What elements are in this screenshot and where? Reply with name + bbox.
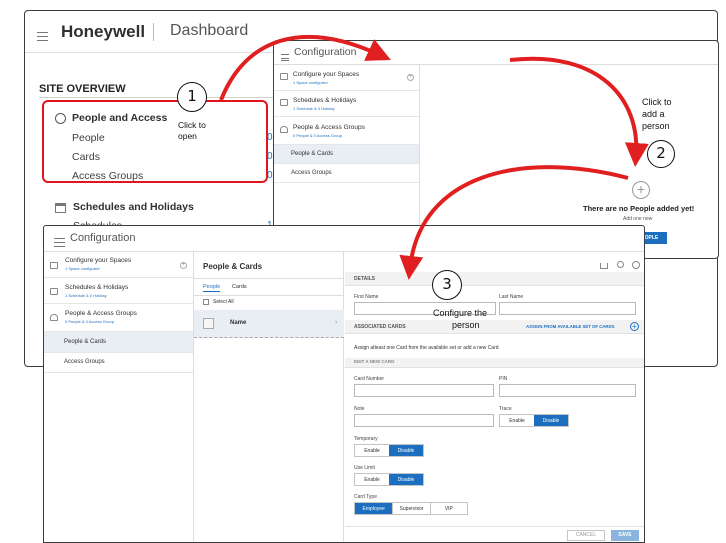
step-1-note-line: Click to xyxy=(178,120,206,130)
step-1-callout: 1 xyxy=(177,82,207,112)
step-1-note: Click to open xyxy=(178,120,238,142)
arrow-1 xyxy=(219,34,391,101)
step-2-note-line: add a xyxy=(642,109,665,119)
step-1-note-line: open xyxy=(178,131,197,141)
step-3-note: Configure the person xyxy=(433,307,523,331)
step-2-callout: 2 xyxy=(647,140,675,168)
step-2-note: Click to add a person xyxy=(642,96,702,132)
arrow-2 xyxy=(509,56,649,167)
step-3-note-line: Configure the xyxy=(433,308,488,318)
annotation-arrows xyxy=(219,34,649,280)
step-3-note-line: person xyxy=(452,320,480,330)
step-2-note-line: person xyxy=(642,121,670,131)
step-2-note-line: Click to xyxy=(642,97,672,107)
step-3-callout: 3 xyxy=(432,270,462,300)
arrow-3 xyxy=(399,165,629,280)
